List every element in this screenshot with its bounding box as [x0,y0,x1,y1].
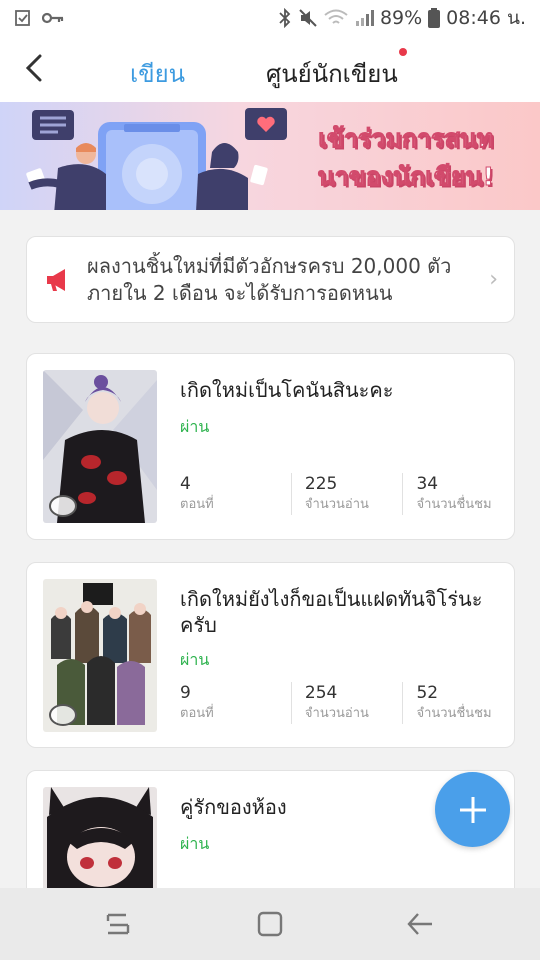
wifi-icon [324,9,348,24]
work-status: ผ่าน [180,650,210,669]
banner-illustration [26,108,287,210]
recent-apps-button[interactable] [98,908,138,940]
back-arrow-icon [25,54,42,82]
stat-label: จำนวนชื่นชม [416,706,492,721]
status-bar: 89% 08:46 น. [0,0,540,36]
home-button[interactable] [250,908,290,940]
plus-icon [459,796,486,823]
stat-label: ตอนที่ [180,497,214,512]
stat-episodes: 4 ตอนที่ [180,473,291,515]
stat-label: จำนวนอ่าน [304,706,369,721]
tab-write[interactable]: เขียน [130,54,186,107]
signal-icon [355,10,374,26]
work-cover-image [43,579,157,732]
notice-text: ผลงานชิ้นใหม่ที่มีตัวอักษรครบ 20,000 ตัว… [87,253,452,305]
battery-icon [428,8,441,28]
add-work-button[interactable] [435,772,510,847]
back-button[interactable] [16,50,52,86]
battery-percent: 89% [379,7,423,29]
chevron-right-icon: › [489,267,498,292]
system-back-button[interactable] [400,908,440,940]
tab-write-label: เขียน [130,60,186,88]
comment-bubble-icon [49,495,77,517]
work-status: ผ่าน [180,417,210,436]
megaphone-icon [47,268,65,291]
notification-dot [399,48,407,56]
stat-label: จำนวนอ่าน [304,497,369,512]
stat-likes: 34 จำนวนชื่นชม [402,473,514,515]
home-icon [257,911,283,937]
stat-reads: 225 จำนวนอ่าน [290,473,403,515]
key-icon [42,12,64,24]
stat-reads: 254 จำนวนอ่าน [290,682,403,724]
banner-line-2: นาของนักเขียน! [317,162,494,192]
mute-icon [299,9,317,27]
recent-apps-icon [106,913,130,935]
stat-value: 52 [416,683,439,703]
checklist-icon [15,10,30,26]
stat-label: จำนวนชื่นชม [416,497,492,512]
banner-line-1: เข้าร่วมการสนท [318,124,494,154]
work-title: เกิดใหม่ยังไงก็ขอเป็นแฝดทันจิโร่นะครับ [180,587,483,637]
system-back-icon [407,913,432,935]
stat-value: 225 [304,474,338,494]
clock: 08:46 น. [446,7,526,29]
top-header: เขียน ศูนย์นักเขียน [0,36,540,107]
work-card[interactable]: เกิดใหม่ยังไงก็ขอเป็นแฝดทันจิโร่นะครับ ผ… [26,562,515,748]
work-title: เกิดใหม่เป็นโคนันสินะคะ [180,378,394,402]
stat-episodes: 9 ตอนที่ [180,682,291,724]
notice-card[interactable]: ผลงานชิ้นใหม่ที่มีตัวอักษรครบ 20,000 ตัว… [26,236,515,323]
work-cover-image [43,370,157,523]
tab-writer-center-label: ศูนย์นักเขียน [266,60,398,88]
banner-headline: เข้าร่วมการสนท นาของนักเขียน! [317,120,494,196]
work-stats: 4 ตอนที่ 225 จำนวนอ่าน 34 จำนวนชื่นชม [180,473,514,515]
stat-value: 4 [180,474,191,494]
work-card[interactable]: เกิดใหม่เป็นโคนันสินะคะ ผ่าน 4 ตอนที่ 22… [26,353,515,540]
tab-writer-center[interactable]: ศูนย์นักเขียน [266,54,398,93]
promo-banner[interactable]: เข้าร่วมการสนท นาของนักเขียน! [0,102,540,210]
stat-likes: 52 จำนวนชื่นชม [402,682,514,724]
system-nav-bar [0,888,540,960]
comment-bubble-icon [49,704,77,726]
work-stats: 9 ตอนที่ 254 จำนวนอ่าน 52 จำนวนชื่นชม [180,682,514,724]
bluetooth-icon [279,8,291,28]
stat-value: 34 [416,474,439,494]
stat-label: ตอนที่ [180,706,214,721]
stat-value: 254 [304,683,338,703]
work-status: ผ่าน [180,834,210,853]
stat-value: 9 [180,683,191,703]
